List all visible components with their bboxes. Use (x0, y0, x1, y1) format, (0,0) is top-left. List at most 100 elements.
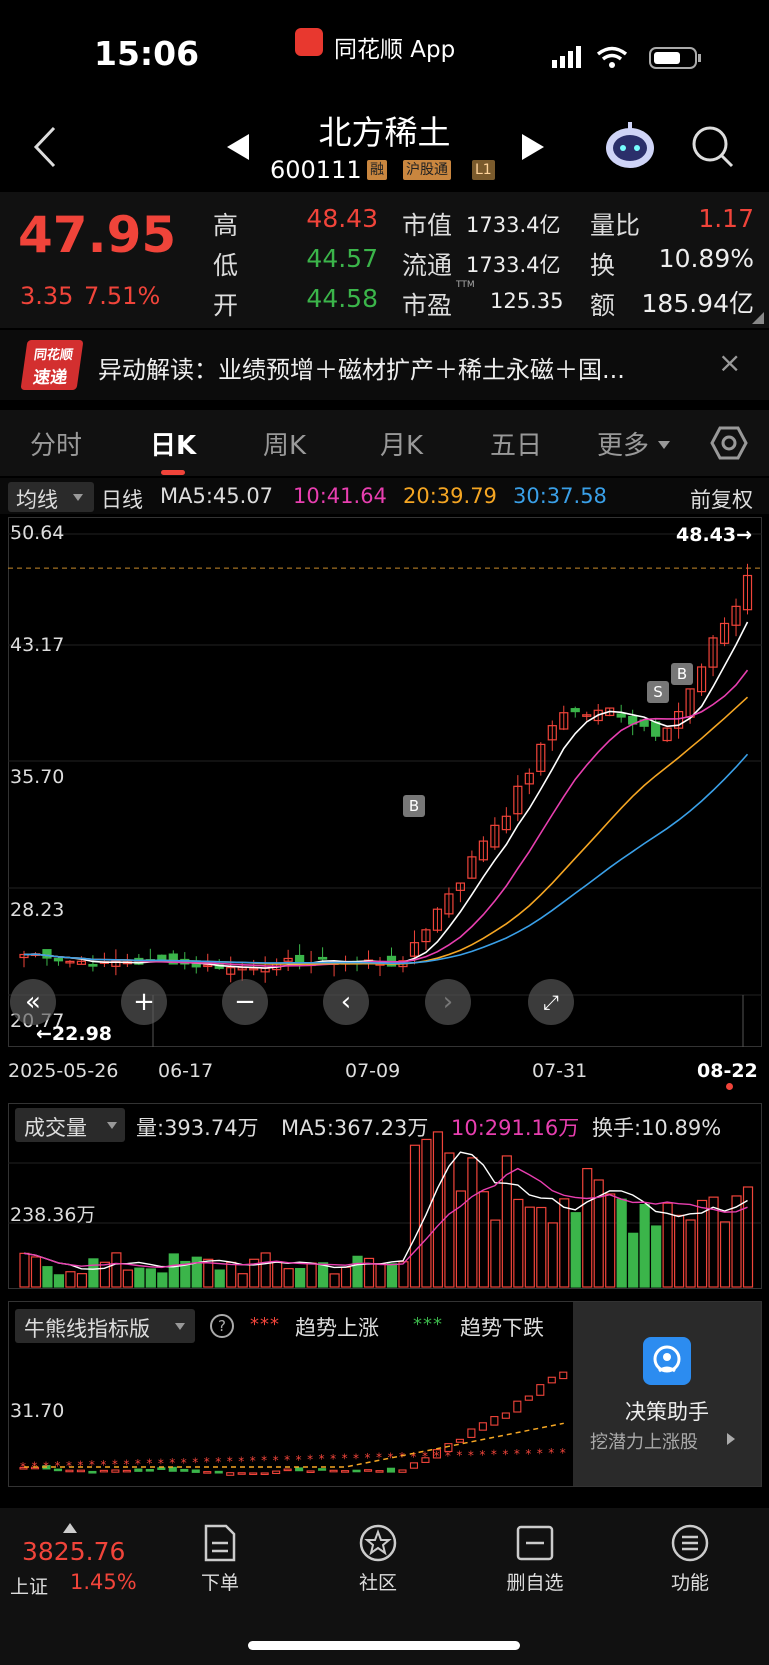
tab-intraday[interactable]: 分时 (30, 425, 82, 462)
community-label[interactable]: 社区 (318, 1568, 438, 1595)
tab-monthly[interactable]: 月K (380, 425, 423, 462)
buy-signal[interactable]: B (403, 795, 425, 817)
down-legend-label: 趋势下跌 (460, 1316, 544, 1340)
trend-marker: * (330, 1452, 336, 1466)
volume-bar (674, 1214, 685, 1288)
banner-text[interactable]: 异动解读：业绩预增＋磁材扩产＋稀土永磁＋国... (98, 350, 688, 385)
trend-marker: * (537, 1447, 543, 1461)
trend-marker: * (77, 1459, 83, 1473)
order-icon[interactable] (203, 1523, 237, 1563)
indicator-candle (203, 1471, 212, 1474)
battery-icon (649, 47, 701, 69)
caret-down-icon (658, 441, 670, 449)
volume-turnover: 换手:10.89% (592, 1116, 722, 1140)
volume-bar (501, 1155, 512, 1288)
expand-corner-icon[interactable] (752, 312, 764, 324)
trend-marker: * (445, 1449, 451, 1463)
high-label: 高 (213, 211, 239, 240)
x-label: 07-31 (532, 1060, 588, 1082)
tab-daily[interactable]: 日K (150, 425, 196, 462)
pe-value: 125.35 (490, 289, 564, 313)
volume-bar (272, 1261, 283, 1288)
ma20-line (23, 696, 749, 965)
remove-watchlist-label[interactable]: 删自选 (475, 1568, 595, 1595)
status-app-name: 同花顺 App (334, 37, 456, 63)
indicator-candle (363, 1469, 373, 1472)
search-icon[interactable] (690, 124, 736, 170)
functions-icon[interactable] (670, 1523, 710, 1563)
volume-bar (432, 1131, 444, 1288)
indicator-candle (249, 1472, 258, 1476)
tag-l1: L1 (472, 160, 495, 180)
wifi-icon (596, 46, 628, 61)
x-label: 2025-05-26 (8, 1060, 119, 1082)
trend-marker: * (353, 1451, 359, 1465)
zoom-out-button[interactable]: − (222, 979, 268, 1025)
status-icons (552, 46, 701, 69)
scroll-left-button[interactable]: ‹ (323, 979, 369, 1025)
remove-watchlist-icon[interactable] (516, 1525, 554, 1561)
indicator-candle (260, 1472, 269, 1476)
robot-assistant-icon[interactable] (602, 118, 658, 174)
volume-bar (306, 1262, 317, 1288)
index-value[interactable]: 3825.76 (22, 1537, 125, 1566)
trend-marker: * (560, 1446, 566, 1460)
zoom-in-button[interactable]: + (121, 979, 167, 1025)
kline-chart[interactable] (8, 517, 762, 1047)
fullscreen-button[interactable]: ⤢ (528, 979, 574, 1025)
today-dot (726, 1083, 733, 1090)
adjust-mode[interactable]: 前复权 (690, 484, 753, 514)
caret-down-icon (175, 1323, 185, 1330)
functions-label[interactable]: 功能 (630, 1568, 750, 1595)
up-legend-icon: *** (250, 1314, 280, 1335)
min-marker: ←22.98 (36, 1023, 113, 1045)
trend-marker: * (479, 1448, 485, 1462)
order-label[interactable]: 下单 (160, 1568, 280, 1595)
buy-signal[interactable]: B (671, 663, 693, 685)
trend-marker: * (250, 1454, 256, 1468)
indicator-y-label: 31.70 (10, 1400, 65, 1422)
tab-more[interactable]: 更多 (597, 425, 649, 462)
volume-bar (340, 1266, 352, 1288)
indicator-candle (341, 1470, 350, 1473)
caret-down-icon (73, 494, 83, 501)
volume-bar (662, 1202, 673, 1288)
indicator-candle (226, 1472, 235, 1476)
volume-bar (605, 1193, 616, 1288)
trend-marker: * (399, 1450, 405, 1464)
rewind-button[interactable]: « (10, 979, 56, 1025)
candle (317, 956, 328, 960)
decision-assistant-card[interactable] (573, 1302, 761, 1486)
volume-bar (651, 1225, 662, 1288)
volume-bar (639, 1204, 650, 1288)
close-icon[interactable]: × (718, 346, 741, 379)
up-arrow-icon (63, 1523, 77, 1533)
trend-marker: * (146, 1457, 152, 1471)
scroll-right-button[interactable]: › (425, 979, 471, 1025)
settings-icon[interactable] (710, 425, 748, 461)
tab-five-day[interactable]: 五日 (490, 425, 542, 462)
volume-bar (53, 1274, 65, 1288)
community-icon[interactable] (358, 1523, 398, 1563)
volume-bar (237, 1273, 248, 1288)
tag-connect: 沪股通 (403, 160, 451, 180)
indicator-candle (329, 1469, 338, 1473)
trend-marker: * (319, 1452, 325, 1466)
volume-bar (99, 1261, 110, 1288)
volume-bar (122, 1269, 133, 1288)
next-stock-icon[interactable] (520, 132, 546, 162)
candle (570, 708, 580, 713)
volume-bar (536, 1206, 547, 1288)
tab-weekly[interactable]: 周K (263, 425, 306, 462)
indicator-candle (295, 1467, 304, 1472)
turnover-label: 换 (590, 251, 616, 280)
assistant-subtitle: 挖潜力上涨股 (590, 1432, 698, 1453)
indicator-candle (478, 1422, 487, 1431)
help-icon[interactable]: ? (210, 1314, 234, 1338)
trend-marker: * (456, 1449, 462, 1463)
volume-bar (65, 1271, 76, 1288)
open-value: 44.58 (306, 284, 378, 313)
sell-signal[interactable]: S (647, 681, 669, 703)
trend-marker: * (525, 1447, 531, 1461)
up-legend-label: 趋势上涨 (295, 1316, 379, 1340)
